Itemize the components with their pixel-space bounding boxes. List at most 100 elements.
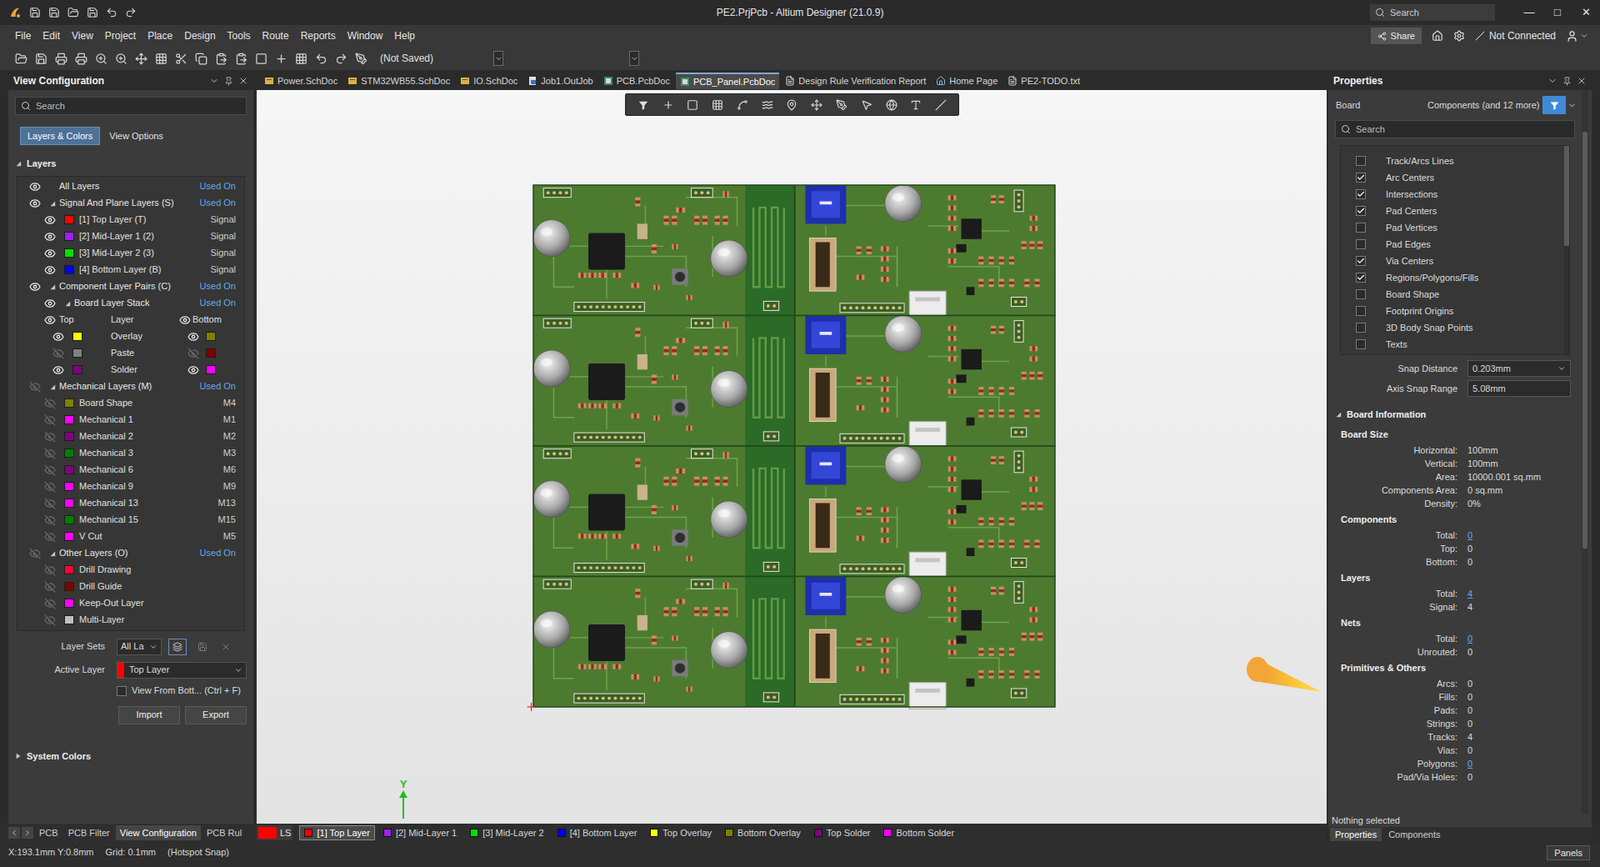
color-swatch[interactable] [64, 581, 75, 591]
eye-icon[interactable] [179, 314, 191, 326]
layer-group-row[interactable]: Board Layer StackUsed On [17, 295, 245, 312]
eye-hidden-icon[interactable] [44, 580, 56, 593]
properties-panel-tab[interactable]: Properties [1330, 827, 1382, 841]
window-control[interactable]: ✕ [1571, 0, 1600, 25]
layer-group-row[interactable]: Mechanical Layers (M)Used On [17, 378, 245, 395]
eye-hidden-icon[interactable] [44, 530, 56, 543]
snap-option[interactable]: Pad Edges [1340, 235, 1565, 253]
layer-row[interactable]: Board ShapeM4 [17, 395, 245, 412]
checkbox[interactable] [1355, 222, 1366, 233]
canvas-tool-icon[interactable] [662, 99, 675, 111]
canvas-tool-icon[interactable] [785, 99, 798, 111]
color-swatch[interactable] [72, 348, 83, 358]
layer-row[interactable]: [1] Top Layer (T)Signal [17, 211, 245, 229]
eye-icon[interactable] [29, 280, 41, 293]
panel-menu-icon[interactable] [209, 75, 220, 86]
checkbox[interactable] [1355, 289, 1366, 300]
document-state-combo[interactable]: (Not Saved) [378, 50, 504, 67]
layers-section-header[interactable]: Layers [8, 145, 254, 176]
add-layer-set-button[interactable] [168, 638, 187, 655]
layer-sets-dropdown[interactable]: All La [116, 638, 162, 655]
layer-row[interactable]: [4] Bottom Layer (B)Signal [17, 261, 245, 279]
color-swatch[interactable] [64, 615, 75, 625]
document-tab[interactable]: PCB_Panel.PcbDoc [675, 72, 780, 90]
menu-item[interactable]: Reports [300, 28, 336, 44]
close-icon[interactable] [238, 75, 249, 86]
eye-hidden-icon[interactable] [44, 514, 56, 526]
layer-pair-row[interactable]: Overlay [17, 328, 245, 345]
layer-set-button[interactable]: LS [256, 825, 293, 840]
all-layers-row[interactable]: All LayersUsed On [17, 178, 245, 195]
eye-icon[interactable] [44, 214, 56, 226]
system-colors-section[interactable]: System Colors [8, 724, 254, 764]
layer-row[interactable]: Mechanical 6M6 [17, 461, 245, 479]
snap-value-field[interactable]: 0.203mm [1467, 360, 1571, 377]
view-from-bottom-option[interactable]: View From Bott... (Ctrl + F) [8, 680, 254, 701]
document-tab[interactable]: IO.SchDoc [455, 72, 522, 90]
snap-value-field[interactable]: 5.08mm [1467, 380, 1571, 397]
layer-tab[interactable]: Top Overlay [645, 825, 717, 840]
toolbar-icon[interactable] [135, 52, 148, 65]
checkbox[interactable] [1355, 339, 1366, 350]
color-swatch[interactable] [64, 598, 75, 608]
toolbar-icon[interactable] [115, 52, 128, 65]
layer-pair-row[interactable]: Solder [17, 361, 245, 379]
pin-icon[interactable] [224, 76, 234, 86]
toolbar-icon[interactable] [75, 52, 88, 65]
toolbar-icon[interactable] [55, 52, 68, 65]
toolbar-icon[interactable] [155, 52, 168, 65]
color-swatch[interactable] [64, 265, 75, 275]
layer-tab[interactable]: [1] Top Layer [299, 825, 375, 840]
layer-tab[interactable]: Bottom Solder [878, 825, 960, 840]
layer-row[interactable]: Mechanical 1M1 [17, 411, 245, 429]
scroll-left-button[interactable] [8, 826, 20, 839]
snap-option[interactable]: Regions/Polygons/Fills [1340, 269, 1565, 286]
menu-item[interactable]: File [15, 28, 31, 44]
panel-tab[interactable]: View Options [101, 126, 171, 145]
panel-scrollbar[interactable] [1581, 90, 1589, 814]
properties-panel-tab[interactable]: Components [1383, 827, 1445, 841]
panel-tab[interactable]: PCB [35, 825, 63, 840]
expanded-arrow-icon[interactable] [1335, 410, 1342, 418]
document-tab[interactable]: PE2-TODO.txt [1003, 72, 1085, 90]
snap-option[interactable]: Pad Centers [1340, 202, 1565, 220]
list-scrollbar[interactable] [1564, 145, 1570, 355]
layer-row[interactable]: [2] Mid-Layer 1 (2)Signal [17, 228, 245, 245]
layer-row[interactable]: Mechanical 3M3 [17, 445, 245, 462]
checkbox[interactable] [1355, 189, 1366, 200]
eye-icon[interactable] [44, 314, 56, 326]
layer-row[interactable]: Multi-Layer [17, 611, 245, 629]
color-swatch[interactable] [64, 415, 75, 425]
snap-option[interactable]: Footprint Origins [1340, 302, 1565, 320]
document-tab[interactable]: Power.SchDoc [260, 72, 342, 90]
checkbox[interactable] [1355, 255, 1366, 266]
menu-item[interactable]: Help [394, 28, 415, 44]
snap-option[interactable]: Texts [1340, 335, 1565, 353]
document-tab[interactable]: PCB.PcbDoc [599, 72, 675, 90]
snap-option[interactable]: Intersections [1340, 185, 1565, 203]
info-link[interactable]: 0 [1467, 756, 1473, 771]
color-swatch[interactable] [64, 248, 75, 258]
menu-item[interactable]: Project [105, 28, 136, 44]
snap-option[interactable]: Via Centers [1340, 252, 1565, 270]
eye-icon[interactable] [44, 230, 56, 243]
checkbox[interactable] [1355, 272, 1366, 283]
expanded-arrow-icon[interactable] [64, 300, 71, 307]
color-swatch[interactable] [64, 231, 75, 241]
quick-access-icon[interactable] [86, 6, 99, 19]
eye-hidden-icon[interactable] [44, 397, 56, 410]
eye-hidden-icon[interactable] [44, 597, 56, 610]
eye-icon[interactable] [44, 297, 56, 310]
canvas-tool-icon[interactable] [885, 99, 898, 111]
color-swatch[interactable] [72, 365, 83, 375]
layer-group-row[interactable]: Component Layer Pairs (C)Used On [17, 278, 245, 295]
canvas-tool-icon[interactable] [736, 99, 749, 111]
info-link[interactable]: 0 [1467, 631, 1473, 646]
eye-hidden-icon[interactable] [44, 447, 56, 460]
canvas-tool-icon[interactable] [935, 99, 947, 111]
delete-layer-set-button[interactable] [216, 638, 235, 655]
pcb-canvas[interactable]: Y [256, 90, 1327, 824]
layer-row[interactable]: [3] Mid-Layer 2 (3)Signal [17, 245, 245, 262]
menu-item[interactable]: Tools [227, 28, 251, 44]
document-tab[interactable]: Job1.OutJob [523, 72, 597, 90]
